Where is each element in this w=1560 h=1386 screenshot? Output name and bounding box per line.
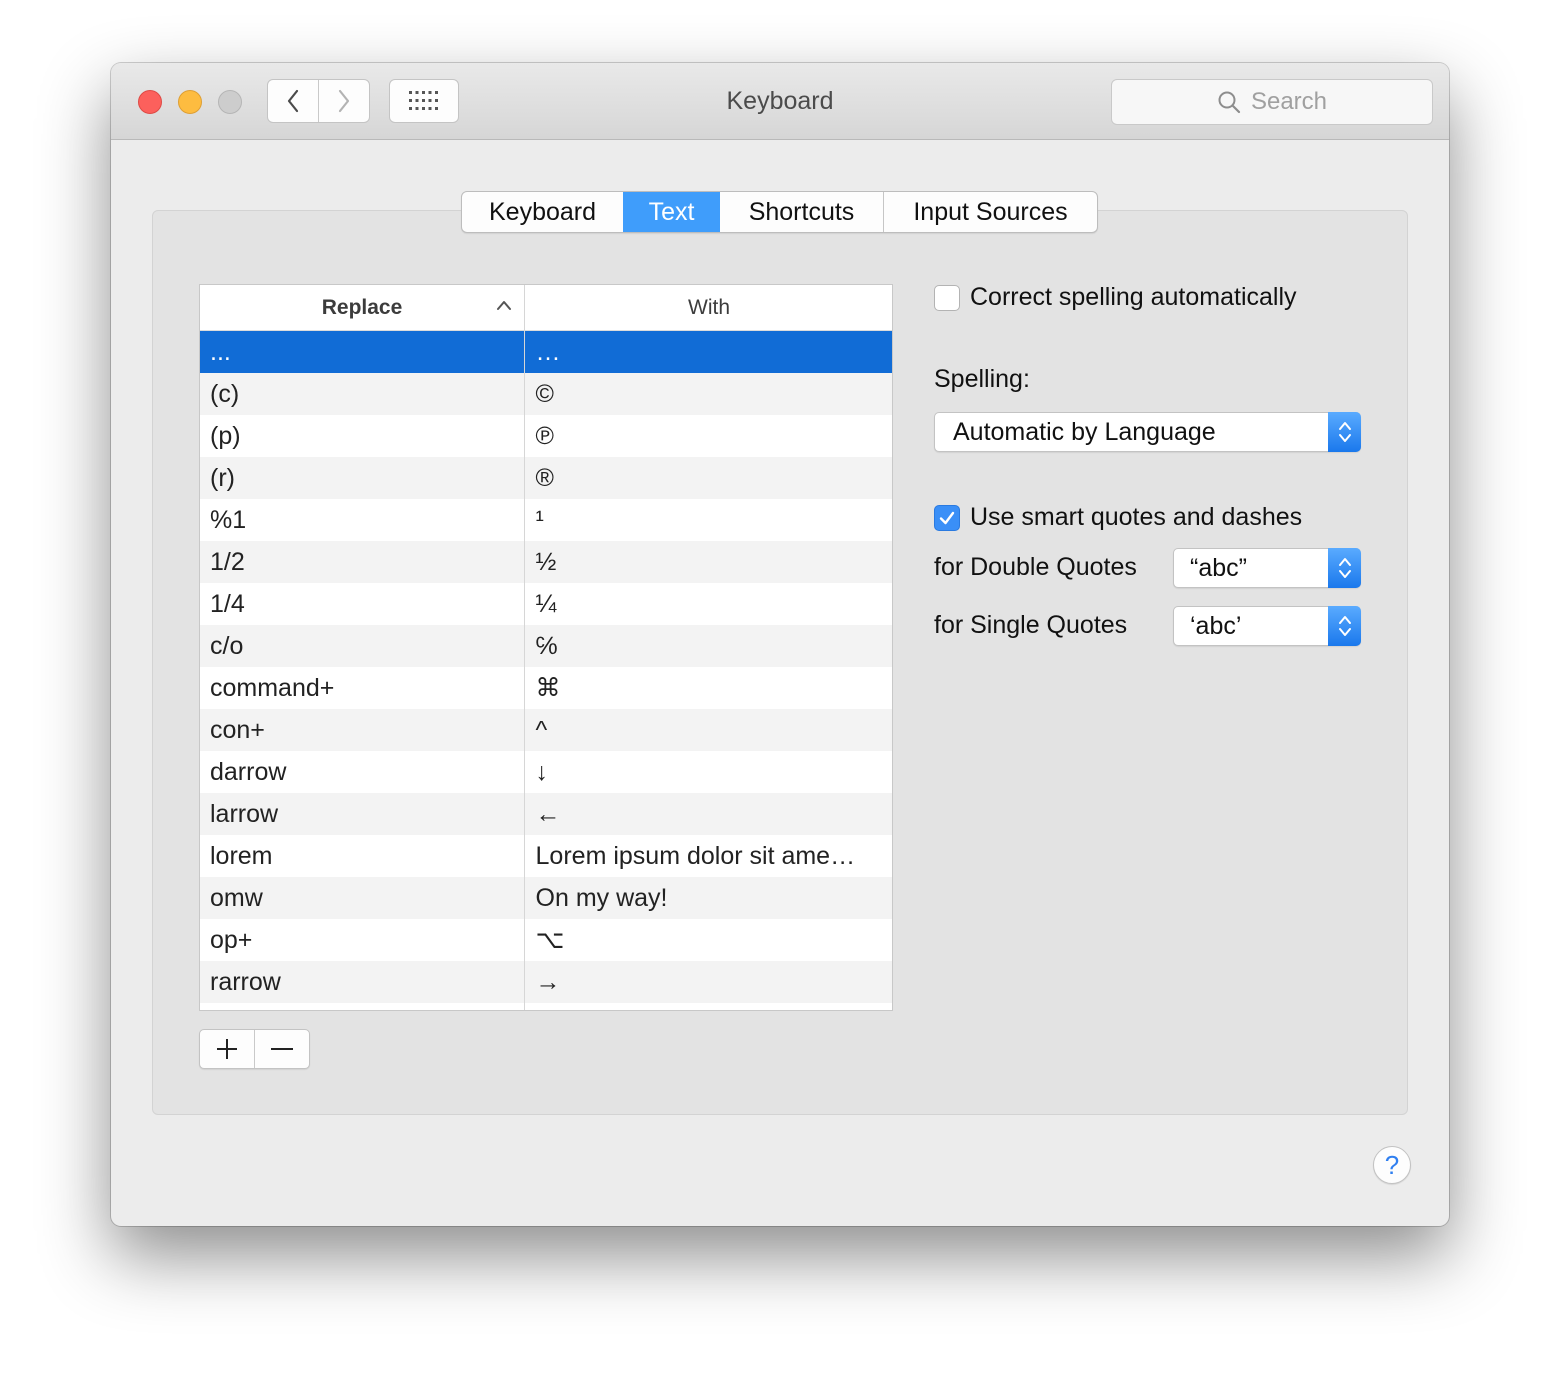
with-cell: ⌘ xyxy=(535,674,561,702)
popup-arrows xyxy=(1328,606,1361,646)
with-cell: ½ xyxy=(535,547,557,576)
table-row[interactable]: omw On my way! xyxy=(200,877,892,919)
replace-cell: (c) xyxy=(210,379,240,408)
search-icon xyxy=(1218,91,1241,114)
spelling-label: Spelling: xyxy=(934,365,1030,393)
single-quotes-label: for Single Quotes xyxy=(934,611,1128,639)
replace-cell: larrow xyxy=(210,799,279,828)
table-row[interactable]: darrow ↓ xyxy=(200,751,892,793)
replace-cell: darrow xyxy=(210,757,287,786)
table-row[interactable]: larrow ← xyxy=(200,793,892,835)
tab-text[interactable]: Text xyxy=(623,192,720,232)
with-cell: ⌥ xyxy=(535,926,565,954)
column-header-replace-label: Replace xyxy=(321,295,403,319)
add-button[interactable] xyxy=(200,1030,254,1068)
table-row[interactable]: command+ ⌘ xyxy=(200,667,892,709)
table-row[interactable]: c/o ℅ xyxy=(200,625,892,667)
popup-arrows xyxy=(1328,412,1361,452)
table-rows: ... … (c) © (p) ℗ (r) ® %1 ¹ 1/2 ½ 1/4 ¼ c/o ℅ c… xyxy=(200,331,892,1003)
with-cell: ^ xyxy=(535,715,548,744)
replace-cell: con+ xyxy=(210,715,265,744)
tab-shortcuts[interactable]: Shortcuts xyxy=(720,192,883,232)
with-cell: ℗ xyxy=(535,421,554,450)
table-row[interactable]: 1/2 ½ xyxy=(200,541,892,583)
with-cell: © xyxy=(535,379,554,408)
replace-cell: 1/2 xyxy=(210,547,245,576)
tab-bar: Keyboard Text Shortcuts Input Sources xyxy=(461,191,1098,233)
spelling-value: Automatic by Language xyxy=(953,418,1216,446)
up-down-chevron-icon xyxy=(1338,616,1351,636)
with-cell: ↓ xyxy=(535,757,549,786)
replace-cell: (r) xyxy=(210,463,235,492)
column-header-replace[interactable]: Replace xyxy=(200,285,524,330)
with-cell: ® xyxy=(535,463,554,492)
replace-cell: (p) xyxy=(210,421,241,450)
smart-quotes-checkbox[interactable] xyxy=(934,505,960,531)
with-cell: ¹ xyxy=(535,505,544,534)
table-row[interactable]: (r) ® xyxy=(200,457,892,499)
table-row[interactable]: ... … xyxy=(200,331,892,373)
up-down-chevron-icon xyxy=(1338,558,1351,578)
text-replacement-table: Replace With ... … (c) © (p) ℗ (r) ® %1 ¹ 1/2… xyxy=(199,284,893,1011)
with-cell: On my way! xyxy=(535,883,668,912)
replace-cell: 1/4 xyxy=(210,589,245,618)
title-bar: Keyboard Search xyxy=(111,63,1449,140)
tab-keyboard[interactable]: Keyboard xyxy=(462,192,623,232)
sort-ascending-icon xyxy=(497,301,511,310)
up-down-chevron-icon xyxy=(1338,422,1351,442)
replace-cell: lorem xyxy=(210,841,273,870)
with-cell: ¼ xyxy=(535,589,557,618)
table-row[interactable]: rarrow → xyxy=(200,961,892,1003)
with-cell: ← xyxy=(535,799,561,828)
help-button[interactable]: ? xyxy=(1373,1146,1411,1184)
correct-spelling-label: Correct spelling automatically xyxy=(970,283,1297,311)
column-header-with[interactable]: With xyxy=(525,285,892,330)
column-divider xyxy=(524,285,525,1010)
table-row[interactable]: (p) ℗ xyxy=(200,415,892,457)
with-cell: ℅ xyxy=(535,631,558,660)
table-row[interactable]: con+ ^ xyxy=(200,709,892,751)
table-header: Replace With xyxy=(200,285,892,331)
table-row[interactable]: (c) © xyxy=(200,373,892,415)
search-field[interactable]: Search xyxy=(1111,79,1433,125)
add-remove-buttons xyxy=(199,1029,310,1069)
double-quotes-value: “abc” xyxy=(1190,554,1247,582)
spelling-popup[interactable]: Automatic by Language xyxy=(934,412,1361,452)
checkmark-icon xyxy=(939,511,955,525)
replace-cell: rarrow xyxy=(210,967,281,996)
with-cell: … xyxy=(535,337,561,366)
column-header-with-label: With xyxy=(688,295,730,319)
correct-spelling-checkbox[interactable] xyxy=(934,285,960,311)
replace-cell: c/o xyxy=(210,631,244,660)
single-quotes-popup[interactable]: ‘abc’ xyxy=(1173,606,1361,646)
table-row[interactable]: op+ ⌥ xyxy=(200,919,892,961)
replace-cell: ... xyxy=(210,337,231,366)
plus-icon xyxy=(217,1039,237,1059)
popup-arrows xyxy=(1328,548,1361,588)
preferences-window: Keyboard Search Keyboard Text Shortcuts … xyxy=(111,63,1449,1226)
search-placeholder: Search xyxy=(1250,88,1328,115)
single-quotes-value: ‘abc’ xyxy=(1190,612,1242,640)
double-quotes-label: for Double Quotes xyxy=(934,553,1137,581)
with-cell: Lorem ipsum dolor sit ame… xyxy=(535,841,856,870)
table-row[interactable]: %1 ¹ xyxy=(200,499,892,541)
replace-cell: %1 xyxy=(210,505,247,534)
with-cell: → xyxy=(535,967,561,996)
replace-cell: op+ xyxy=(210,925,253,954)
table-row[interactable]: 1/4 ¼ xyxy=(200,583,892,625)
tab-input-sources[interactable]: Input Sources xyxy=(883,192,1097,232)
double-quotes-popup[interactable]: “abc” xyxy=(1173,548,1361,588)
table-row[interactable]: lorem Lorem ipsum dolor sit ame… xyxy=(200,835,892,877)
remove-button[interactable] xyxy=(254,1030,309,1068)
replace-cell: command+ xyxy=(210,673,335,702)
minus-icon xyxy=(271,1048,293,1050)
smart-quotes-label: Use smart quotes and dashes xyxy=(970,503,1303,531)
replace-cell: omw xyxy=(210,883,263,912)
